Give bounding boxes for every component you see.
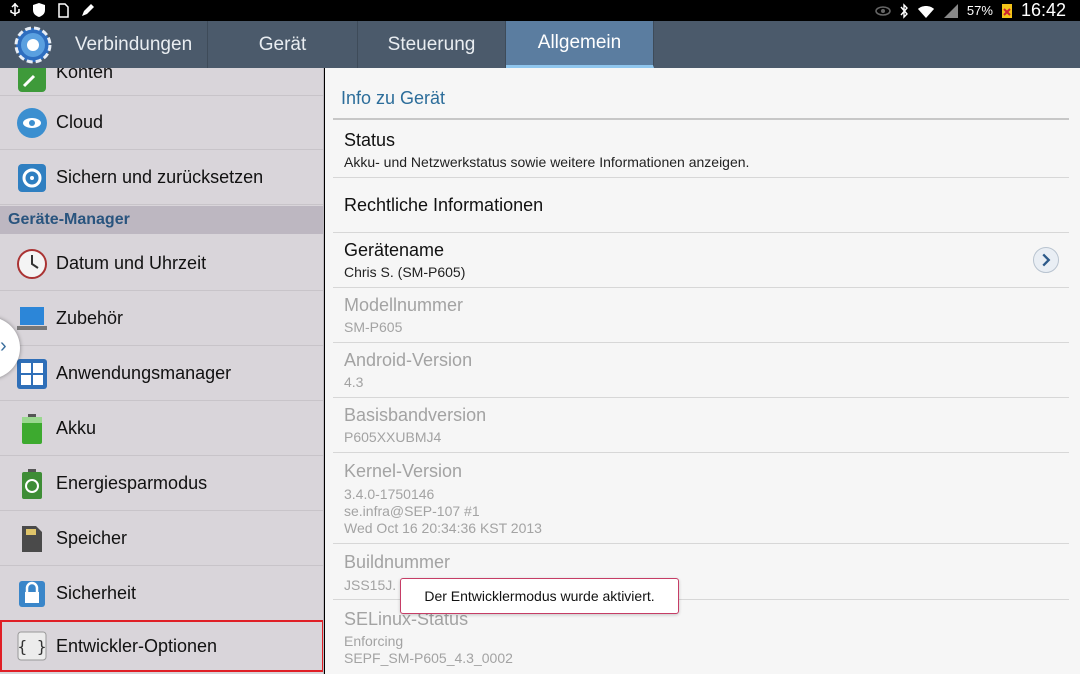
- settings-sidebar[interactable]: Konten Cloud Sichern und zurücksetzen Ge…: [0, 68, 324, 674]
- clock-icon: [17, 248, 47, 279]
- bluetooth-icon: [900, 2, 908, 19]
- recycle-icon: [22, 468, 42, 499]
- status-bar: 57% 16:42: [0, 0, 1080, 21]
- row-title: Modellnummer: [344, 295, 464, 315]
- row-subtitle: SM-P605: [344, 319, 403, 335]
- row-status[interactable]: Status Akku- und Netzwerkstatus sowie we…: [333, 122, 1069, 178]
- tab-allgemein[interactable]: Allgemein: [506, 21, 654, 68]
- row-title: Android-Version: [344, 350, 473, 370]
- pen-icon: [82, 4, 94, 16]
- row-rechtliche-informationen[interactable]: Rechtliche Informationen: [333, 178, 1069, 233]
- eye-icon: [875, 5, 891, 16]
- section-divider: [333, 118, 1069, 120]
- row-subtitle: JSS15J.: [344, 577, 397, 593]
- sidebar-item-label: Anwendungsmanager: [56, 363, 232, 383]
- cloud-icon: [17, 107, 47, 138]
- sidebar-item-zubehoer[interactable]: Zubehör: [0, 292, 323, 346]
- section-header-geraete-manager: Geräte-Manager: [0, 206, 323, 234]
- shield-icon: [33, 3, 45, 17]
- sidebar-item-datum-uhrzeit[interactable]: Datum und Uhrzeit: [0, 237, 323, 291]
- laptop-icon: [17, 306, 47, 330]
- sidebar-item-label: Konten: [56, 68, 114, 82]
- row-subtitle: Enforcing SEPF_SM-P605_4.3_0002: [344, 633, 513, 666]
- row-basisbandversion: Basisbandversion P605XXUBMJ4: [333, 398, 1069, 453]
- sidebar-item-konten[interactable]: Konten: [0, 68, 323, 96]
- sidebar-item-speicher[interactable]: Speicher: [0, 512, 323, 566]
- restore-icon: [18, 163, 46, 192]
- tab-steuerung[interactable]: Steuerung: [358, 21, 506, 68]
- sidebar-item-entwickler-optionen[interactable]: { } Entwickler-Optionen: [0, 620, 323, 672]
- sidebar-item-sicherheit[interactable]: Sicherheit: [0, 567, 323, 621]
- section-title: Info zu Gerät: [341, 88, 446, 108]
- signal-icon: [943, 3, 958, 18]
- sidebar-item-label: Sichern und zurücksetzen: [56, 167, 264, 187]
- wifi-icon: [917, 5, 934, 18]
- sidebar-item-label: Akku: [56, 418, 97, 438]
- sidebar-item-label: Zubehör: [56, 308, 124, 328]
- sidebar-item-label: Speicher: [56, 528, 128, 548]
- braces-icon: { }: [17, 631, 47, 661]
- row-modellnummer: Modellnummer SM-P605: [333, 288, 1069, 343]
- row-kernel-version: Kernel-Version 3.4.0-1750146 se.infra@SE…: [333, 453, 1069, 544]
- row-title: Gerätename: [344, 240, 445, 260]
- sidebar-item-label: Datum und Uhrzeit: [56, 253, 207, 273]
- battery-percent: 57%: [966, 3, 993, 18]
- row-title: Buildnummer: [344, 552, 451, 572]
- apps-grid-icon: [17, 358, 47, 389]
- sidebar-item-akku[interactable]: Akku: [0, 402, 323, 456]
- usb-icon: [10, 2, 20, 16]
- sidebar-item-label: Sicherheit: [56, 583, 137, 603]
- sidebar-item-cloud[interactable]: Cloud: [0, 96, 323, 150]
- sidebar-item-anwendungsmanager[interactable]: Anwendungsmanager: [0, 347, 323, 401]
- chevron-right-icon[interactable]: [1033, 247, 1059, 273]
- sidebar-item-label: Entwickler-Optionen: [56, 635, 218, 656]
- row-subtitle: Akku- und Netzwerkstatus sowie weitere I…: [344, 154, 750, 170]
- sidebar-item-energiesparmodus[interactable]: Energiesparmodus: [0, 457, 323, 511]
- row-title: Rechtliche Informationen: [344, 195, 544, 215]
- row-subtitle: P605XXUBMJ4: [344, 429, 442, 445]
- row-subtitle: 4.3: [344, 374, 364, 390]
- settings-gear-icon[interactable]: [12, 24, 54, 66]
- row-android-version: Android-Version 4.3: [333, 343, 1069, 398]
- chevron-right-icon: ›: [0, 335, 7, 357]
- lock-icon: [19, 580, 45, 607]
- tab-verbindungen[interactable]: Verbindungen: [60, 21, 208, 68]
- sd-card-icon: [22, 525, 42, 552]
- row-subtitle: Chris S. (SM-P605): [344, 264, 466, 280]
- battery-icon: [22, 413, 42, 444]
- sidebar-item-label: Energiesparmodus: [56, 473, 208, 493]
- sidebar-item-sichern[interactable]: Sichern und zurücksetzen: [0, 151, 323, 205]
- settings-tab-bar: Verbindungen Gerät Steuerung Allgemein: [0, 21, 1080, 68]
- tab-geraet[interactable]: Gerät: [208, 21, 358, 68]
- key-icon: [18, 68, 46, 92]
- row-title: Kernel-Version: [344, 461, 463, 481]
- sidebar-item-label: Cloud: [56, 112, 104, 132]
- row-geraetename[interactable]: Gerätename Chris S. (SM-P605): [333, 233, 1069, 288]
- row-subtitle: 3.4.0-1750146 se.infra@SEP-107 #1 Wed Oc…: [344, 486, 542, 536]
- clock-time: 16:42: [1020, 0, 1066, 20]
- battery-icon: [1001, 4, 1012, 18]
- developer-mode-toast: Der Entwicklermodus wurde aktiviert.: [400, 578, 679, 614]
- row-title: Basisbandversion: [344, 405, 487, 425]
- row-title: Status: [344, 130, 396, 150]
- sd-card-icon: [58, 3, 69, 18]
- svg-text:{ }: { }: [18, 637, 47, 656]
